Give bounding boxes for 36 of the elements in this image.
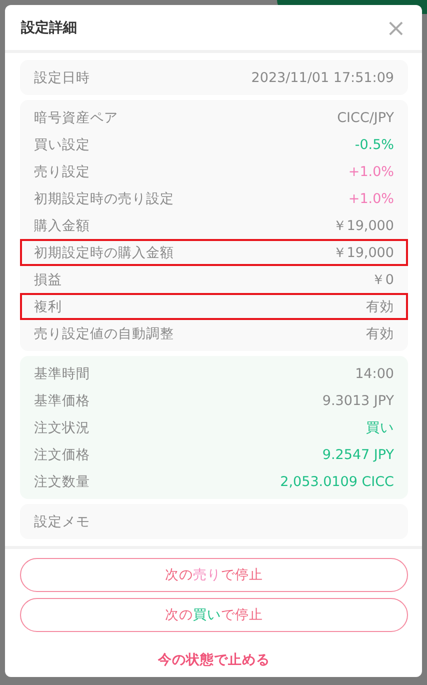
row-label: 売り設定: [34, 162, 90, 180]
row-label: 損益: [34, 270, 62, 288]
stop-now-link[interactable]: 今の状態で止める: [152, 650, 276, 670]
row-value: 有効: [366, 298, 394, 316]
row-value: 14:00: [355, 366, 394, 382]
row-value: -0.5%: [354, 136, 394, 152]
row-label: 注文数量: [34, 472, 90, 490]
row-value: 買い: [366, 418, 394, 436]
row-label: 注文状況: [34, 418, 90, 436]
row-label: 設定日時: [34, 68, 90, 86]
row-label: 暗号資産ペア: [34, 108, 118, 126]
row-label: 売り設定値の自動調整: [34, 324, 174, 342]
row-value: 2,053.0109 CICC: [280, 474, 394, 490]
row-value: +1.0%: [348, 190, 394, 206]
row-label: 初期設定時の購入金額: [34, 244, 174, 262]
row-value: ￥0: [371, 270, 394, 288]
row-label: 買い設定: [34, 136, 90, 154]
dialog-title: 設定詳細: [21, 18, 77, 36]
close-button[interactable]: ×: [386, 16, 406, 40]
row-value: 有効: [366, 324, 394, 342]
row-value: +1.0%: [348, 164, 394, 180]
stop-button[interactable]: 次の売り で停止: [20, 558, 408, 592]
row-label: 複利: [34, 298, 62, 316]
row-label: 基準価格: [34, 392, 90, 410]
row-label: 注文価格: [34, 446, 90, 464]
row-label: 初期設定時の売り設定: [34, 190, 174, 208]
row-value: ￥19,000: [332, 244, 394, 262]
row-label: 購入金額: [34, 216, 90, 234]
row-value: 2023/11/01 17:51:09: [251, 70, 394, 86]
row-label: 基準時間: [34, 364, 90, 382]
row-value: 9.3013 JPY: [322, 392, 394, 408]
row-value: ￥19,000: [332, 216, 394, 234]
row-value: 9.2547 JPY: [322, 446, 394, 462]
row-label: 設定メモ: [34, 512, 90, 530]
stop-button[interactable]: 次の買いで停止: [20, 598, 408, 632]
row-value: CICC/JPY: [337, 110, 394, 126]
